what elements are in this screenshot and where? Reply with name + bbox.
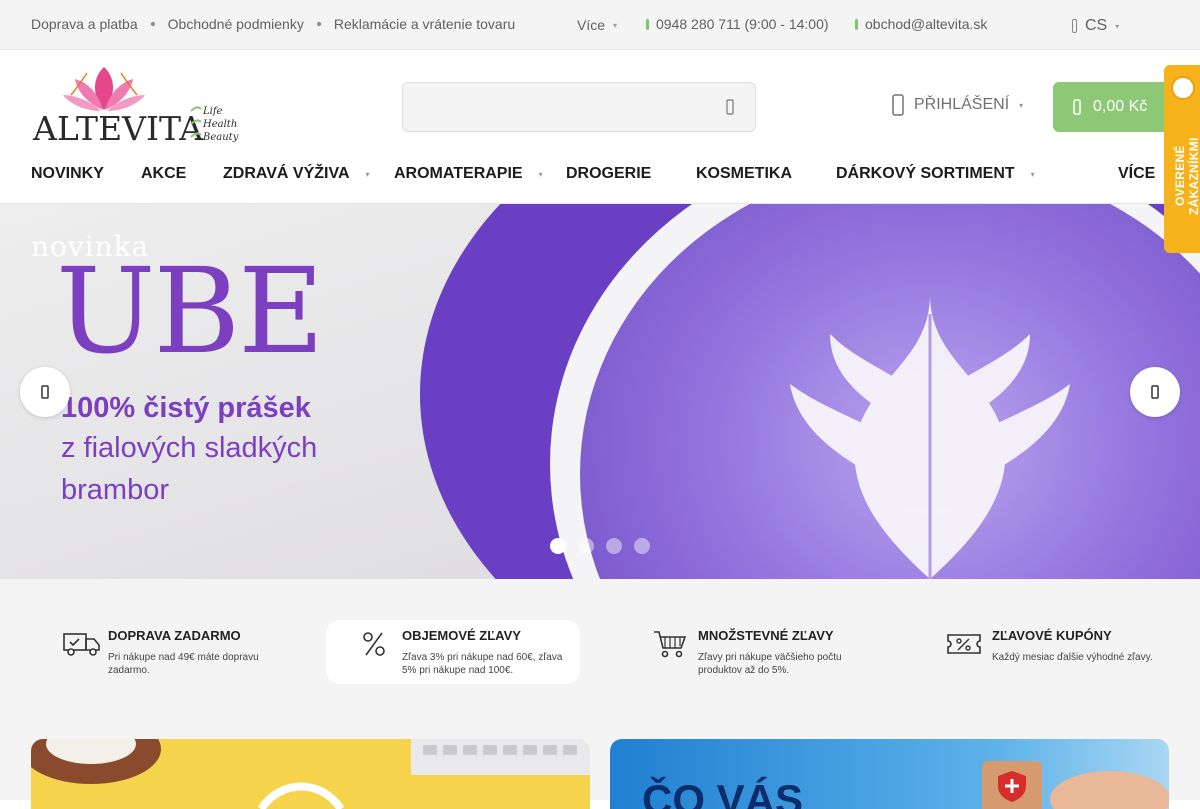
login-button[interactable]: PŘIHLÁŠENÍ ▾ — [892, 94, 1023, 116]
benefit-title: MNOŽSTEVNÉ ZĽAVY — [698, 628, 834, 643]
hero-line-1: 100% čistý prášek — [61, 392, 311, 424]
language-code: CS — [1085, 17, 1108, 34]
benefit-quantity-discounts: MNOŽSTEVNÉ ZĽAVY Zľavy pri nákupe väčšie… — [652, 620, 906, 684]
banner-image-right: ČO VÁS — [610, 739, 1169, 809]
slider-next-button[interactable] — [1130, 367, 1180, 417]
info-links: Doprava a platba Obchodné podmienky Rekl… — [31, 16, 515, 32]
benefit-desc: Zľava 3% pri nákupe nad 60€, zľava 5% pr… — [402, 652, 563, 676]
benefit-volume-discounts: OBJEMOVÉ ZĽAVY Zľava 3% pri nákupe nad 6… — [326, 620, 580, 684]
nav-item-aromaterapie[interactable]: AROMATERAPIE ▾ — [394, 165, 543, 183]
promo-banner-right[interactable]: ČO VÁS — [610, 739, 1169, 809]
altevita-logo[interactable]: ALTEVITA Life Health Beauty — [31, 65, 246, 147]
chevron-down-icon: ▾ — [613, 20, 618, 30]
arrow-right-icon — [1151, 385, 1159, 399]
search-input[interactable] — [415, 83, 705, 131]
slider-dot[interactable] — [578, 538, 594, 554]
phone-contact[interactable]: 0948 280 711 (9:00 - 14:00) — [646, 16, 829, 32]
badge-label: OVERENÉ ZÁKAZNÍKMI — [1173, 137, 1200, 215]
email-address: obchod@altevita.sk — [865, 16, 988, 32]
slider-dots — [550, 538, 650, 554]
nav-label: DROGERIE — [566, 165, 652, 182]
nav-item-novinky[interactable]: NOVINKY — [31, 165, 104, 183]
cart-button[interactable]: 0,00 Kč — [1053, 82, 1173, 132]
link-terms[interactable]: Obchodné podmienky — [168, 16, 304, 32]
nav-item-vice[interactable]: VÍCE — [1118, 165, 1155, 183]
verified-customers-badge[interactable]: OVERENÉ ZÁKAZNÍKMI — [1164, 65, 1200, 253]
phone-icon — [646, 18, 649, 30]
slider-dot[interactable] — [550, 538, 566, 554]
benefit-free-shipping: DOPRAVA ZADARMO Pri nákupe nad 49€ máte … — [62, 620, 316, 684]
chevron-down-icon: ▾ — [1115, 21, 1120, 31]
nav-item-darkovy-sortiment[interactable]: DÁRKOVÝ SORTIMENT ▾ — [836, 165, 1035, 183]
benefit-title: DOPRAVA ZADARMO — [108, 628, 241, 643]
nav-item-akce[interactable]: AKCE — [141, 165, 186, 183]
chevron-down-icon: ▾ — [1019, 100, 1024, 110]
arrow-left-icon — [41, 385, 49, 399]
nav-label: VÍCE — [1118, 165, 1156, 182]
chevron-down-icon: ▾ — [538, 169, 543, 179]
user-icon — [892, 94, 904, 116]
search-icon[interactable] — [723, 99, 739, 115]
lotus-icon — [63, 67, 145, 111]
nav-item-kosmetika[interactable]: KOSMETIKA — [696, 165, 792, 183]
svg-text:Beauty: Beauty — [202, 132, 239, 143]
hero-line-2: z fialových sladkých — [61, 432, 318, 464]
nav-item-drogerie[interactable]: DROGERIE — [566, 165, 651, 183]
benefit-desc: Zľavy pri nákupe väčšieho počtu produkto… — [698, 652, 842, 676]
separator-dot — [316, 22, 321, 26]
banner-image-left — [31, 739, 590, 809]
login-label: PŘIHLÁŠENÍ — [914, 96, 1010, 113]
nav-item-zdrava-vyziva[interactable]: ZDRAVÁ VÝŽIVA ▾ — [223, 165, 370, 183]
topbar-more-menu[interactable]: Více ▾ — [577, 17, 617, 33]
nav-label: AKCE — [141, 165, 187, 182]
hero-line-3: brambor — [61, 474, 169, 506]
chevron-down-icon: ▾ — [365, 169, 370, 179]
language-icon — [1072, 19, 1077, 33]
benefit-title: OBJEMOVÉ ZĽAVY — [402, 628, 521, 643]
benefit-desc: Pri nákupe nad 49€ máte dopravu zadarmo. — [108, 652, 259, 676]
hero-headline: UBE — [56, 242, 324, 380]
benefit-title: ZĽAVOVÉ KUPÓNY — [992, 628, 1112, 643]
site-header: ALTEVITA Life Health Beauty PŘIHLÁŠENÍ ▾… — [0, 50, 1200, 156]
top-bar: Doprava a platba Obchodné podmienky Rekl… — [0, 0, 1200, 50]
cart-total: 0,00 Kč — [1093, 98, 1148, 115]
hero-slider: novinka UBE 100% čistý prášek z fialovýc… — [0, 204, 1200, 579]
chevron-down-icon: ▾ — [1030, 169, 1035, 179]
coupon-icon — [947, 634, 981, 654]
mail-icon — [855, 18, 858, 30]
slider-dot[interactable] — [634, 538, 650, 554]
percent-icon — [363, 632, 385, 656]
svg-text:Life: Life — [202, 106, 223, 117]
email-contact[interactable]: obchod@altevita.sk — [855, 16, 987, 32]
language-selector[interactable]: CS ▾ — [1072, 17, 1119, 35]
promo-banner-left[interactable] — [31, 739, 590, 809]
slider-prev-button[interactable] — [20, 367, 70, 417]
nav-label: AROMATERAPIE — [394, 165, 523, 182]
link-shipping-payment[interactable]: Doprava a platba — [31, 16, 138, 32]
cart-icon — [1073, 99, 1081, 115]
truck-icon — [63, 633, 100, 656]
main-navigation: NOVINKY AKCE ZDRAVÁ VÝŽIVA ▾ AROMATERAPI… — [0, 156, 1200, 204]
nav-label: ZDRAVÁ VÝŽIVA — [223, 165, 350, 182]
search-box — [402, 82, 756, 132]
phone-number: 0948 280 711 (9:00 - 14:00) — [656, 16, 829, 32]
banner-right-title: ČO VÁS — [642, 775, 803, 809]
logo-wordmark: ALTEVITA — [32, 109, 204, 147]
separator-dot — [150, 22, 155, 26]
cart-icon — [654, 631, 687, 658]
benefit-coupons: ZĽAVOVÉ KUPÓNY Každý mesiac ďalšie výhod… — [946, 620, 1200, 684]
nav-label: NOVINKY — [31, 165, 104, 182]
link-returns[interactable]: Reklamácie a vrátenie tovaru — [334, 16, 515, 32]
slider-dot[interactable] — [606, 538, 622, 554]
nav-label: KOSMETIKA — [696, 165, 792, 182]
topbar-more-label: Více — [577, 17, 606, 33]
svg-text:Health: Health — [202, 119, 237, 130]
benefit-desc: Každý mesiac ďalšie výhodné zľavy. — [992, 652, 1153, 663]
seal-icon — [1171, 76, 1195, 100]
nav-label: DÁRKOVÝ SORTIMENT — [836, 165, 1015, 182]
